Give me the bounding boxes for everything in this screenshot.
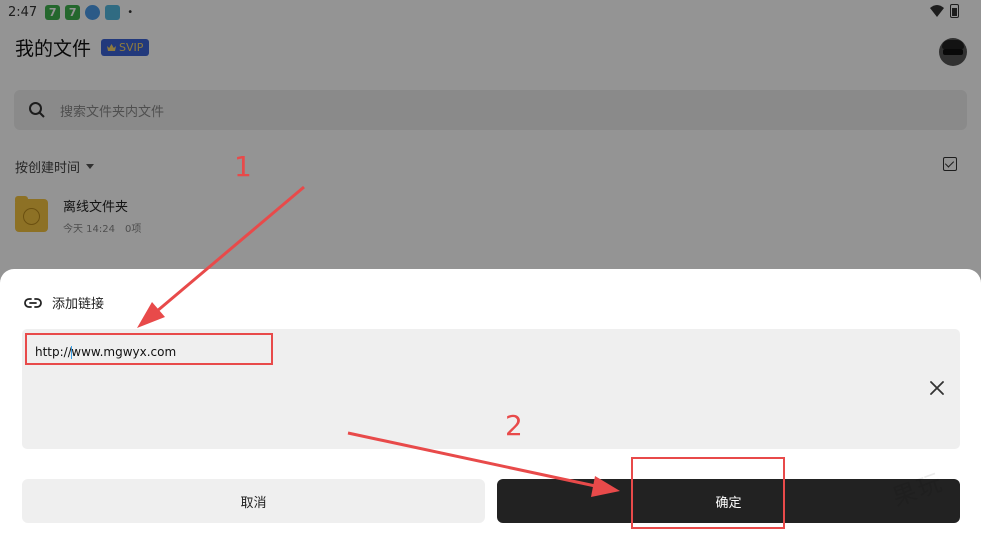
annotation-box-url (25, 333, 273, 365)
close-icon[interactable] (930, 381, 944, 395)
sheet-header: 添加链接 (24, 293, 104, 312)
sheet-title: 添加链接 (52, 297, 105, 312)
link-icon (24, 297, 42, 308)
annotation-step-1: 1 (234, 150, 252, 183)
cancel-button[interactable]: 取消 (22, 479, 485, 523)
annotation-step-2: 2 (505, 409, 523, 442)
annotation-box-confirm (631, 457, 785, 529)
add-link-sheet: 添加链接 http://www.mgwyx.com 取消 确定 (0, 269, 981, 552)
